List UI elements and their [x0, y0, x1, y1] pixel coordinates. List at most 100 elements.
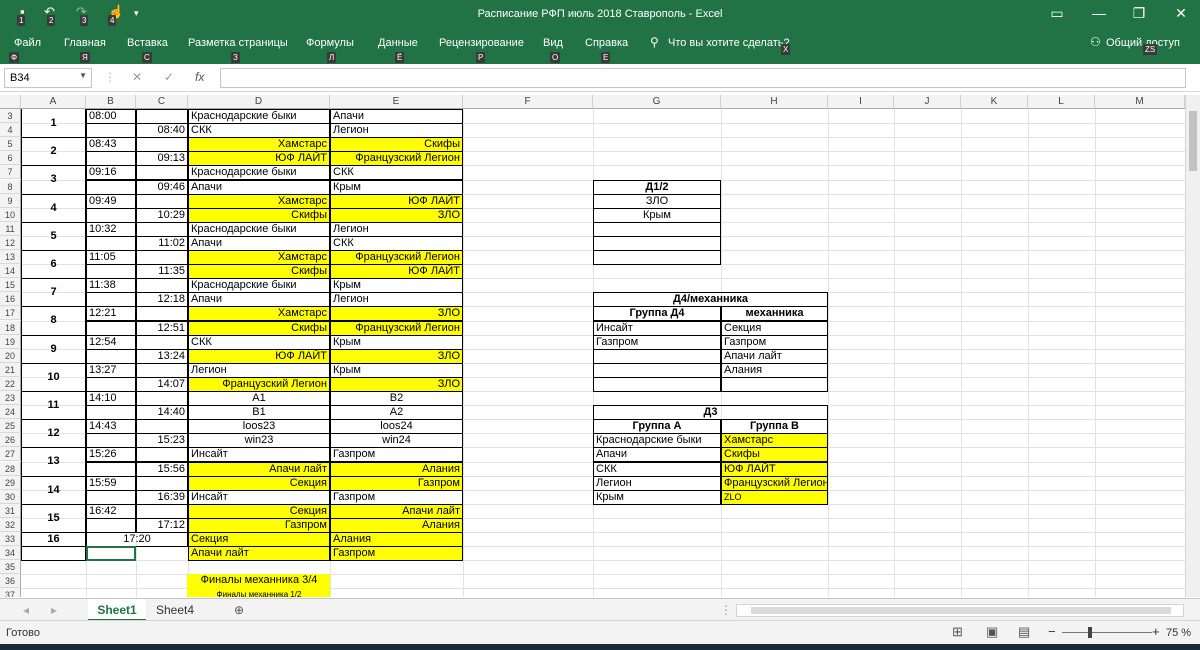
time-cell[interactable]: 08:00 [86, 109, 136, 125]
zoom-slider[interactable] [1062, 632, 1152, 633]
minimize-icon[interactable]: — [1084, 5, 1114, 21]
time-cell[interactable] [136, 391, 188, 407]
row-header-10[interactable]: 10 [0, 207, 21, 222]
game-number[interactable]: 16 [21, 532, 86, 548]
game-number[interactable]: 2 [21, 137, 86, 167]
game-number[interactable]: 9 [21, 334, 86, 364]
table-title-d12[interactable]: Д1/2 [593, 179, 721, 195]
team-cell[interactable]: Хамстарс [188, 250, 330, 266]
time-cell[interactable]: 14:07 [136, 376, 188, 392]
time-cell[interactable]: 15:26 [86, 447, 136, 463]
time-cell[interactable]: 15:56 [136, 461, 188, 477]
team-cell[interactable]: ЗЛО [330, 376, 463, 392]
table-cell[interactable]: ЗЛО [593, 193, 721, 209]
game-number[interactable]: 3 [21, 165, 86, 195]
game-number[interactable]: 6 [21, 250, 86, 280]
time-cell[interactable]: 17:20 [86, 532, 188, 548]
team-cell[interactable]: Алания [330, 517, 463, 533]
zoom-out-icon[interactable]: − [1048, 624, 1056, 639]
chevron-down-icon[interactable]: ▼ [79, 71, 87, 80]
time-cell[interactable] [86, 517, 136, 533]
team-cell[interactable]: Краснодарские быки [188, 221, 330, 237]
team-cell[interactable]: Легион [330, 221, 463, 237]
page-break-view-icon[interactable]: ▤ [1018, 624, 1030, 640]
restore-icon[interactable]: ❐ [1124, 5, 1154, 22]
time-cell[interactable] [86, 264, 136, 280]
game-number[interactable]: 1 [21, 109, 86, 139]
time-cell[interactable] [136, 503, 188, 519]
row-header-19[interactable]: 19 [0, 334, 21, 349]
game-number[interactable]: 11 [21, 391, 86, 421]
row-header-6[interactable]: 6 [0, 151, 21, 166]
table-cell[interactable]: Секция [721, 320, 828, 336]
team-cell[interactable]: Газпром [188, 517, 330, 533]
time-cell[interactable]: 09:16 [86, 165, 136, 181]
time-cell[interactable] [136, 109, 188, 125]
cancel-icon[interactable]: ✕ [132, 70, 142, 84]
team-cell[interactable]: СКК [188, 334, 330, 350]
table-cell[interactable] [721, 376, 828, 392]
row-header-5[interactable]: 5 [0, 137, 21, 152]
table-header[interactable]: механника [721, 306, 828, 322]
page-layout-view-icon[interactable]: ▣ [986, 624, 998, 640]
column-header-g[interactable]: G [593, 95, 721, 109]
tab-review[interactable]: Рецензирование [439, 37, 524, 49]
team-cell[interactable]: Алания [330, 461, 463, 477]
team-cell[interactable]: ЮФ ЛАЙТ [188, 151, 330, 167]
row-header-22[interactable]: 22 [0, 376, 21, 391]
add-sheet-icon[interactable]: ⊕ [228, 599, 250, 621]
time-cell[interactable] [86, 461, 136, 477]
time-cell[interactable]: 16:39 [136, 489, 188, 505]
game-number[interactable]: 7 [21, 278, 86, 308]
horizontal-scrollbar[interactable] [736, 604, 1184, 617]
time-cell[interactable]: 11:35 [136, 264, 188, 280]
time-cell[interactable] [86, 292, 136, 308]
time-cell[interactable] [86, 235, 136, 251]
team-cell[interactable]: СКК [330, 165, 463, 181]
time-cell[interactable]: 13:27 [86, 362, 136, 378]
time-cell[interactable]: 11:02 [136, 235, 188, 251]
row-header-9[interactable]: 9 [0, 193, 21, 208]
game-number[interactable]: 4 [21, 193, 86, 223]
row-header-13[interactable]: 13 [0, 250, 21, 265]
time-cell[interactable] [86, 348, 136, 364]
time-cell[interactable]: 12:21 [86, 306, 136, 322]
close-icon[interactable]: ✕ [1166, 5, 1196, 22]
team-cell[interactable]: Апачи [188, 235, 330, 251]
team-cell[interactable]: Французский Легион [330, 250, 463, 266]
team-cell[interactable]: В1 [188, 405, 330, 421]
table-cell[interactable]: Инсайт [593, 320, 721, 336]
team-cell[interactable]: Краснодарские быки [188, 278, 330, 294]
finals-label[interactable]: Финалы механника 1/2 [188, 588, 330, 597]
zoom-in-icon[interactable]: + [1152, 624, 1160, 639]
name-box[interactable]: B34 ▼ [4, 68, 92, 88]
table-cell[interactable]: Апачи [593, 447, 721, 463]
time-cell[interactable] [136, 306, 188, 322]
table-cell[interactable] [593, 221, 721, 237]
time-cell[interactable] [86, 433, 136, 449]
team-cell[interactable]: Краснодарские быки [188, 109, 330, 125]
time-cell[interactable] [136, 193, 188, 209]
row-header-31[interactable]: 31 [0, 503, 21, 518]
tab-file[interactable]: Файл [14, 37, 41, 49]
time-cell[interactable] [136, 419, 188, 435]
tab-formulas[interactable]: Формулы [306, 37, 354, 49]
row-header-24[interactable]: 24 [0, 405, 21, 420]
time-cell[interactable]: 09:46 [136, 179, 188, 195]
row-header-28[interactable]: 28 [0, 461, 21, 476]
row-header-8[interactable]: 8 [0, 179, 21, 194]
team-cell[interactable]: ЮФ ЛАЙТ [330, 264, 463, 280]
tab-home[interactable]: Главная [64, 37, 106, 49]
time-cell[interactable]: 14:40 [136, 405, 188, 421]
column-header-l[interactable]: L [1028, 95, 1095, 109]
time-cell[interactable]: 14:10 [86, 391, 136, 407]
prev-sheet-icon[interactable]: ◂ [18, 599, 34, 621]
column-header-d[interactable]: D [188, 95, 330, 109]
row-header-26[interactable]: 26 [0, 433, 21, 448]
time-cell[interactable]: 12:18 [136, 292, 188, 308]
time-cell[interactable]: 08:40 [136, 123, 188, 139]
team-cell[interactable]: Французский Легион [330, 320, 463, 336]
formula-input[interactable] [220, 68, 1186, 88]
team-cell[interactable]: Крым [330, 179, 463, 195]
team-cell[interactable]: loos23 [188, 419, 330, 435]
